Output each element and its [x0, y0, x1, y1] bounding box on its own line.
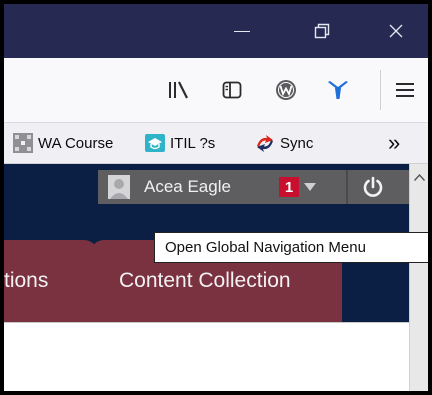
tab-label: tions [4, 269, 49, 292]
restore-button[interactable] [292, 4, 352, 58]
restore-icon [314, 23, 330, 39]
browser-toolbar [4, 58, 428, 123]
wa-course-icon [13, 133, 33, 153]
logout-button[interactable] [350, 170, 396, 204]
chevron-double-right-icon: » [388, 130, 401, 155]
power-icon [363, 176, 383, 197]
caret-down-icon [304, 183, 316, 191]
title-bar [4, 4, 428, 58]
tooltip: Open Global Navigation Menu [154, 232, 428, 263]
browser-window: WA Course ITIL ?s Sync » Acea Eagle 1 ti… [4, 4, 428, 391]
minimize-button[interactable] [212, 4, 272, 58]
tab-partial[interactable]: tions [4, 240, 98, 322]
itil-icon [145, 134, 165, 152]
bookmark-label: WA Course [38, 134, 114, 152]
library-button[interactable] [166, 78, 190, 102]
tooltip-text: Open Global Navigation Menu [165, 239, 366, 256]
bookmark-label: Sync [280, 134, 314, 152]
vpn-button[interactable] [326, 78, 350, 102]
bookmark-wa-course[interactable]: WA Course [12, 123, 113, 163]
bookmark-label: ITIL ?s [170, 134, 216, 152]
bookmark-itil[interactable]: ITIL ?s [144, 123, 215, 163]
sync-icon [257, 135, 273, 152]
close-icon [389, 24, 403, 38]
userbar-divider [346, 170, 348, 204]
tab-label: Content Collection [119, 269, 291, 292]
user-avatar-icon [108, 175, 130, 199]
close-button[interactable] [366, 4, 426, 58]
vertical-scrollbar[interactable] [409, 164, 428, 391]
bookmarks-bar: WA Course ITIL ?s Sync » [4, 123, 428, 164]
library-icon [169, 81, 188, 99]
menu-icon [396, 83, 414, 97]
notification-badge: 1 [279, 177, 299, 197]
page-content: Acea Eagle 1 tions Content Collection [4, 164, 428, 391]
w-extension-button[interactable] [274, 78, 298, 102]
w-extension-icon [276, 80, 296, 100]
user-name: Acea Eagle [144, 177, 231, 196]
bookmarks-overflow-button[interactable]: » [388, 123, 400, 163]
vpn-icon [328, 81, 348, 99]
toolbar-separator [380, 70, 381, 110]
page-body [4, 322, 409, 391]
user-bar: Acea Eagle 1 [98, 170, 420, 204]
sidebar-button[interactable] [220, 78, 244, 102]
menu-button[interactable] [393, 78, 417, 102]
sidebar-icon [222, 81, 242, 99]
bookmark-sync[interactable]: Sync [254, 123, 313, 163]
global-navigation-menu-button[interactable]: Acea Eagle 1 [98, 170, 320, 204]
minimize-icon [234, 30, 250, 32]
scroll-up-arrow-icon[interactable] [414, 174, 425, 181]
